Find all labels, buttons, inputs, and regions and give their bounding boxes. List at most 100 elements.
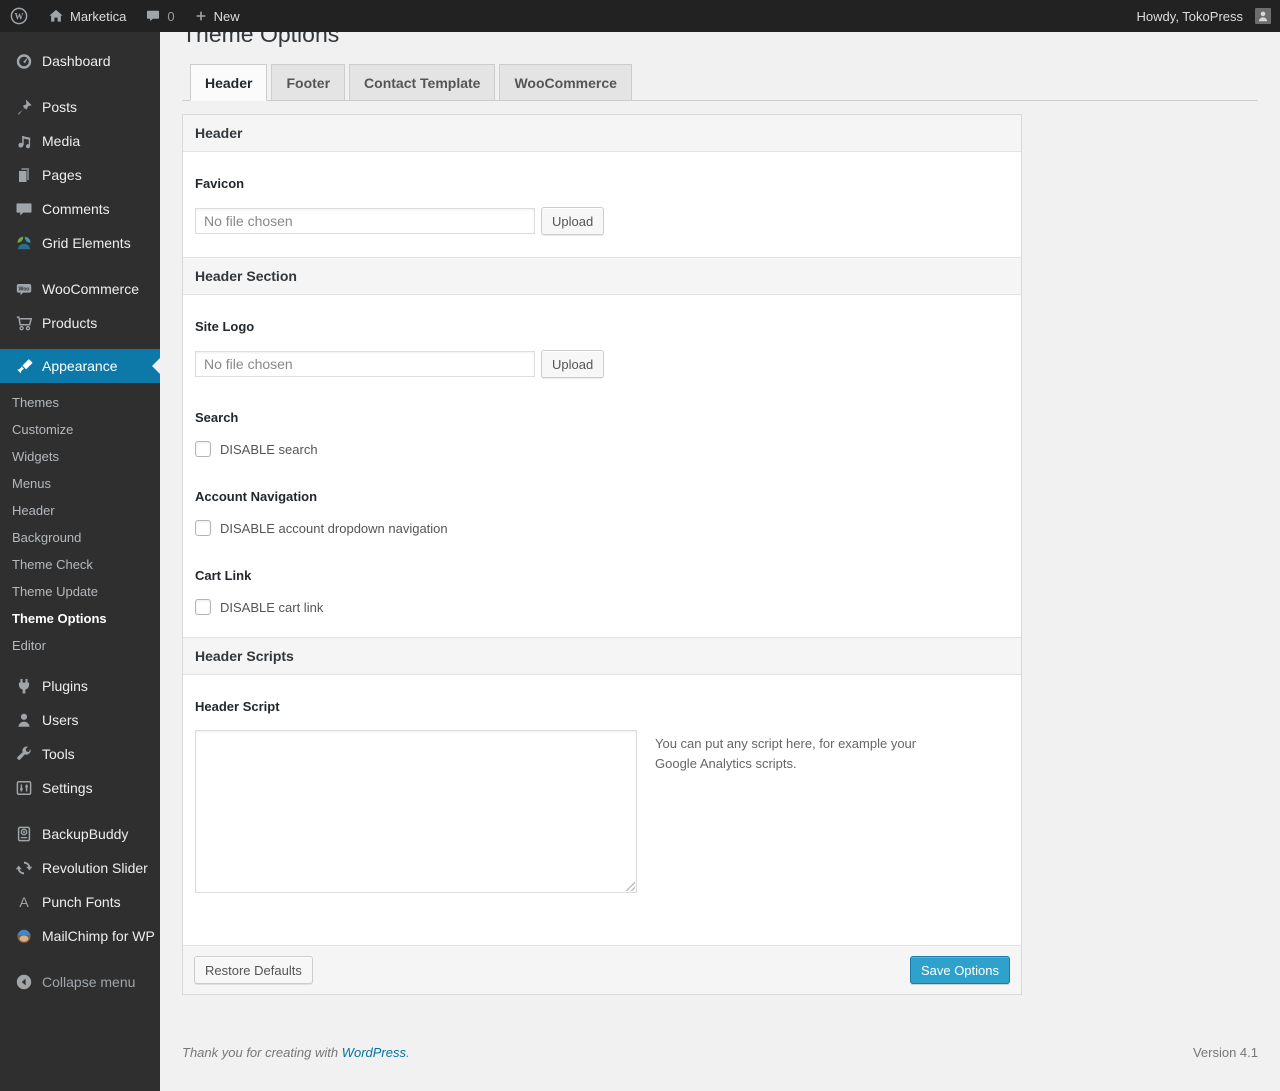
sidebar-item-comments[interactable]: Comments bbox=[0, 192, 160, 226]
admin-sidebar: Dashboard Posts Media Pages Comments Gri… bbox=[0, 32, 160, 1091]
favicon-file-input[interactable] bbox=[195, 208, 535, 234]
svg-text:A: A bbox=[19, 894, 29, 910]
site-logo-field: Site Logo Upload bbox=[195, 319, 1009, 378]
theme-options-panel: Header Favicon Upload Header Section Sit… bbox=[182, 114, 1022, 995]
pushpin-icon bbox=[14, 97, 34, 117]
sidebar-item-revolution-slider[interactable]: Revolution Slider bbox=[0, 851, 160, 885]
submenu-item-theme-options[interactable]: Theme Options bbox=[0, 605, 160, 632]
menu-separator bbox=[0, 953, 160, 965]
user-avatar-icon bbox=[1258, 11, 1268, 22]
admin-bar-left: W Marketica 0 New bbox=[0, 0, 249, 32]
tab-contact-template[interactable]: Contact Template bbox=[349, 64, 496, 101]
admin-bar: W Marketica 0 New Howdy, TokoPress bbox=[0, 0, 1280, 32]
home-icon bbox=[49, 9, 63, 22]
favicon-upload-button[interactable]: Upload bbox=[541, 207, 605, 235]
sidebar-item-label: Punch Fonts bbox=[42, 894, 121, 910]
sidebar-item-pages[interactable]: Pages bbox=[0, 158, 160, 192]
thanks-prefix: Thank you for creating with bbox=[182, 1045, 342, 1060]
tab-footer[interactable]: Footer bbox=[271, 64, 346, 101]
disable-search-checkbox[interactable] bbox=[195, 441, 211, 457]
sidebar-item-label: Grid Elements bbox=[42, 235, 131, 251]
user-icon bbox=[14, 710, 34, 730]
search-field: Search DISABLE search bbox=[195, 410, 1009, 457]
search-label: Search bbox=[195, 410, 239, 425]
submenu-item-header[interactable]: Header bbox=[0, 497, 160, 524]
submenu-item-theme-check[interactable]: Theme Check bbox=[0, 551, 160, 578]
disable-account-nav-checkbox[interactable] bbox=[195, 520, 211, 536]
thanks-suffix: . bbox=[406, 1045, 410, 1060]
disable-cart-link-checkbox[interactable] bbox=[195, 599, 211, 615]
sidebar-item-label: Appearance bbox=[42, 358, 118, 374]
section-title-header-scripts: Header Scripts bbox=[183, 637, 1021, 675]
account-menu[interactable]: Howdy, TokoPress bbox=[1128, 0, 1280, 32]
sidebar-item-woocommerce[interactable]: Woo WooCommerce bbox=[0, 272, 160, 306]
svg-text:Woo: Woo bbox=[19, 286, 30, 292]
sidebar-item-label: WooCommerce bbox=[42, 281, 139, 297]
header-script-textarea[interactable] bbox=[195, 730, 637, 893]
wp-logo-button[interactable]: W bbox=[0, 0, 38, 32]
sidebar-item-backupbuddy[interactable]: BackupBuddy bbox=[0, 817, 160, 851]
sidebar-item-punch-fonts[interactable]: A Punch Fonts bbox=[0, 885, 160, 919]
save-options-button[interactable]: Save Options bbox=[909, 956, 1010, 984]
pages-icon bbox=[14, 165, 34, 185]
sidebar-item-media[interactable]: Media bbox=[0, 124, 160, 158]
tab-woocommerce[interactable]: WooCommerce bbox=[499, 64, 632, 101]
submenu-item-editor[interactable]: Editor bbox=[0, 632, 160, 659]
media-notes-icon bbox=[14, 131, 34, 151]
sidebar-item-appearance[interactable]: Appearance bbox=[0, 349, 160, 383]
submenu-item-customize[interactable]: Customize bbox=[0, 416, 160, 443]
favicon-field: Favicon Upload bbox=[195, 176, 1009, 235]
mailchimp-monkey-icon bbox=[14, 926, 34, 946]
sidebar-item-mailchimp[interactable]: MailChimp for WP bbox=[0, 919, 160, 953]
wordpress-logo-icon: W bbox=[10, 7, 28, 25]
sidebar-item-label: Products bbox=[42, 315, 98, 331]
sidebar-item-dashboard[interactable]: Dashboard bbox=[0, 44, 160, 78]
sidebar-item-grid-elements[interactable]: Grid Elements bbox=[0, 226, 160, 260]
section-body-header: Favicon Upload bbox=[183, 152, 1021, 257]
section-title-header-section: Header Section bbox=[183, 257, 1021, 295]
site-logo-upload-button[interactable]: Upload bbox=[541, 350, 605, 378]
sidebar-item-label: Collapse menu bbox=[42, 974, 136, 990]
sidebar-item-label: BackupBuddy bbox=[42, 826, 129, 842]
thanks-text: Thank you for creating with WordPress. bbox=[182, 1045, 410, 1060]
section-title-header: Header bbox=[183, 115, 1021, 152]
sidebar-item-tools[interactable]: Tools bbox=[0, 737, 160, 771]
sliders-icon bbox=[14, 778, 34, 798]
sidebar-item-plugins[interactable]: Plugins bbox=[0, 669, 160, 703]
sidebar-item-users[interactable]: Users bbox=[0, 703, 160, 737]
page-footer: Thank you for creating with WordPress. V… bbox=[182, 1045, 1258, 1060]
wordpress-link[interactable]: WordPress bbox=[342, 1045, 406, 1060]
tab-header[interactable]: Header bbox=[190, 64, 268, 101]
new-content-button[interactable]: New bbox=[184, 0, 249, 32]
sidebar-item-label: Settings bbox=[42, 780, 93, 796]
submenu-item-themes[interactable]: Themes bbox=[0, 389, 160, 416]
svg-text:W: W bbox=[15, 11, 24, 21]
sidebar-item-products[interactable]: Products bbox=[0, 306, 160, 340]
sidebar-item-settings[interactable]: Settings bbox=[0, 771, 160, 805]
sidebar-item-collapse-menu[interactable]: Collapse menu bbox=[0, 965, 160, 999]
cart-link-label: Cart Link bbox=[195, 568, 252, 583]
sidebar-item-posts[interactable]: Posts bbox=[0, 90, 160, 124]
comment-count: 0 bbox=[167, 8, 175, 24]
submenu-item-menus[interactable]: Menus bbox=[0, 470, 160, 497]
disable-account-nav-label: DISABLE account dropdown navigation bbox=[220, 520, 448, 536]
tab-bar: Header Footer Contact Template WooCommer… bbox=[182, 64, 1258, 101]
plug-icon bbox=[14, 676, 34, 696]
restore-defaults-button[interactable]: Restore Defaults bbox=[194, 956, 313, 984]
site-name-link[interactable]: Marketica bbox=[38, 0, 135, 32]
avatar bbox=[1255, 8, 1271, 24]
cart-icon bbox=[14, 313, 34, 333]
submenu-item-background[interactable]: Background bbox=[0, 524, 160, 551]
disable-cart-link-label: DISABLE cart link bbox=[220, 599, 324, 615]
new-label: New bbox=[213, 8, 240, 24]
speech-bubble-icon bbox=[14, 199, 34, 219]
version-label: Version 4.1 bbox=[1192, 1045, 1258, 1060]
howdy-label: Howdy, TokoPress bbox=[1136, 8, 1243, 24]
sidebar-item-label: Plugins bbox=[42, 678, 88, 694]
submenu-item-theme-update[interactable]: Theme Update bbox=[0, 578, 160, 605]
submenu-item-widgets[interactable]: Widgets bbox=[0, 443, 160, 470]
site-logo-file-input[interactable] bbox=[195, 351, 535, 377]
comments-link[interactable]: 0 bbox=[135, 0, 183, 32]
sidebar-item-label: MailChimp for WP bbox=[42, 928, 155, 944]
favicon-label: Favicon bbox=[195, 176, 245, 191]
